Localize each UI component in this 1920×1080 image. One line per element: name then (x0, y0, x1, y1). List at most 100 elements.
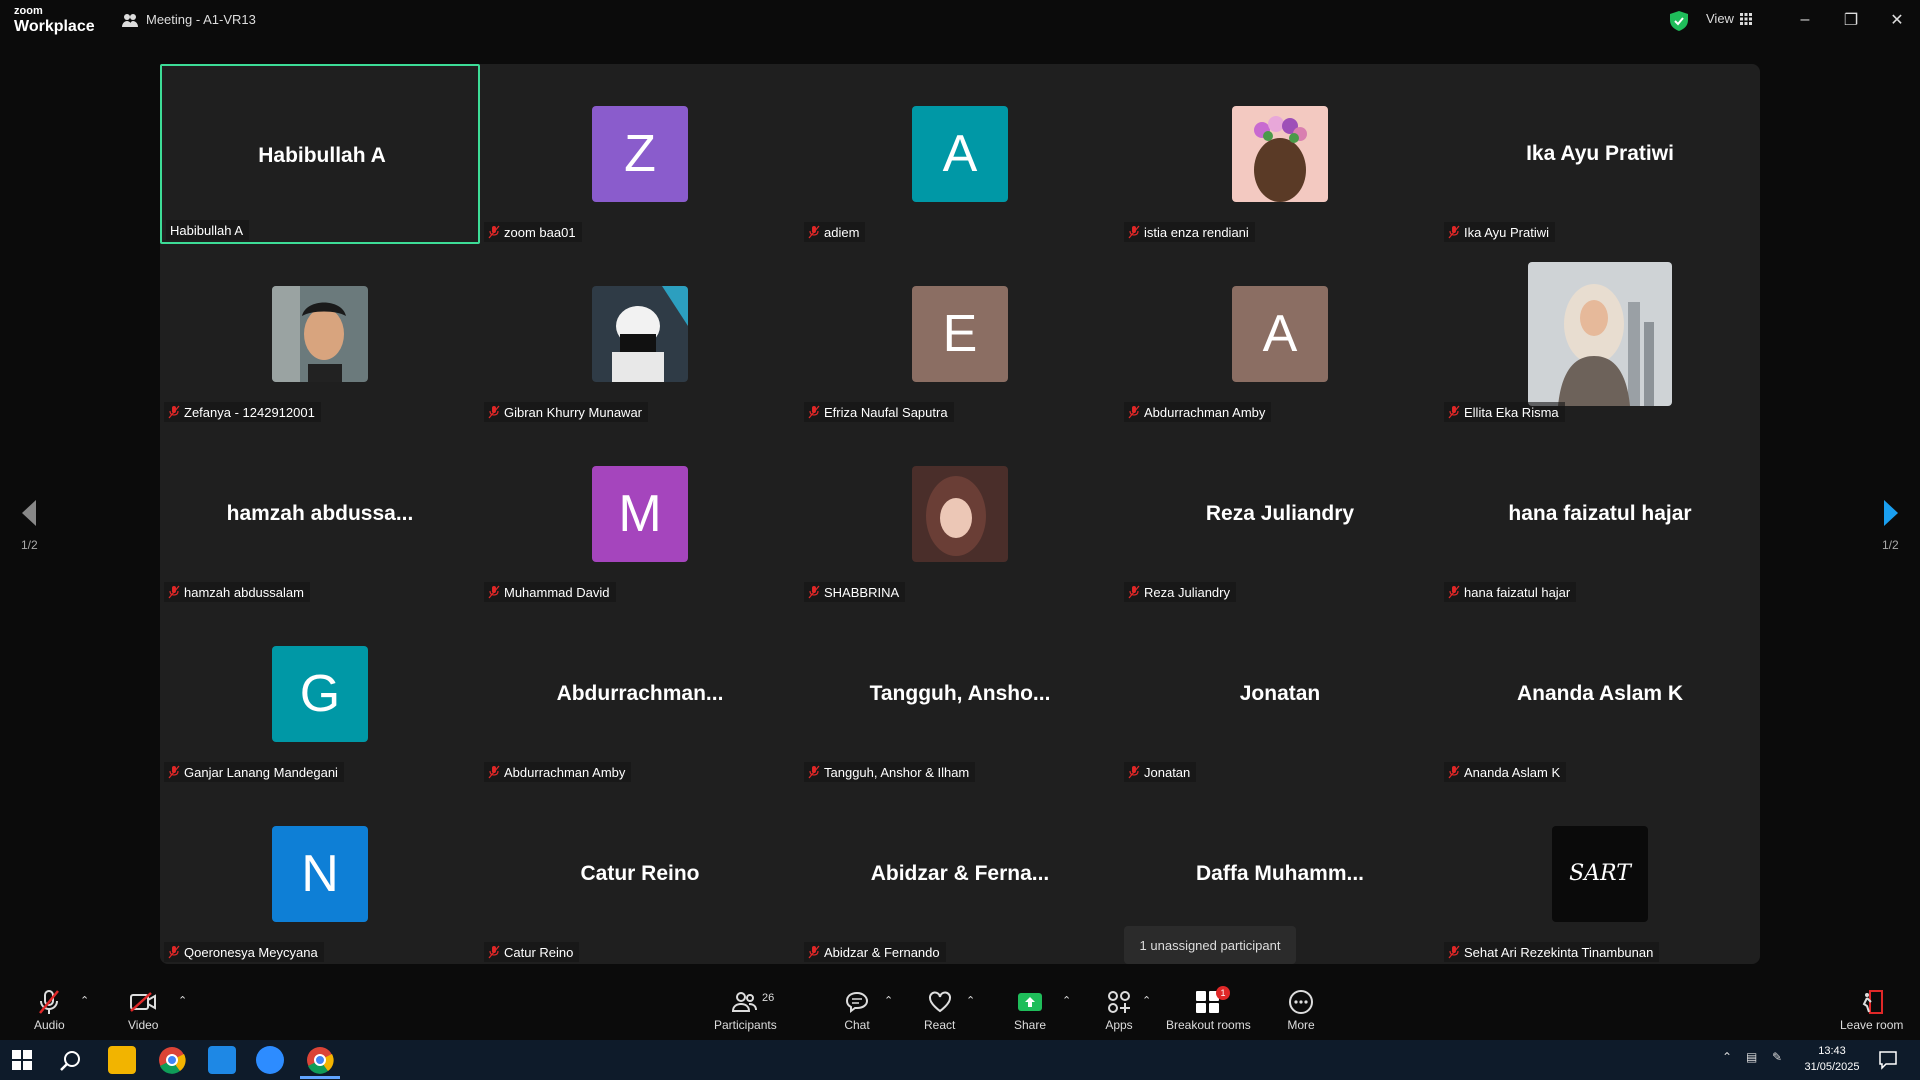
participant-name: hamzah abdussalam (184, 584, 304, 600)
participant-name-label: Ananda Aslam K (1444, 762, 1567, 782)
react-button[interactable]: React (924, 988, 955, 1032)
participant-tile[interactable]: N Qoeronesya Meycyana (160, 784, 480, 964)
participant-tile[interactable]: Reza Juliandry Reza Juliandry (1120, 424, 1440, 604)
avatar-photo (1528, 262, 1672, 406)
muted-mic-icon (168, 585, 180, 599)
participant-name: Sehat Ari Rezekinta Tinambunan (1464, 944, 1654, 960)
participant-name: Ika Ayu Pratiwi (1464, 224, 1550, 240)
tray-chevron-icon[interactable]: ⌃ (1722, 1050, 1732, 1064)
brand-bottom: Workplace (14, 18, 95, 35)
participant-name: Tangguh, Anshor & Ilham (824, 764, 970, 780)
search-icon[interactable] (60, 1050, 82, 1072)
muted-mic-icon (1448, 405, 1460, 419)
network-icon[interactable]: ▤ (1746, 1050, 1757, 1064)
participant-display-name: Reza Juliandry (1205, 502, 1355, 525)
react-options-chevron-icon[interactable]: ⌃ (966, 994, 975, 1007)
share-button[interactable]: Share (1014, 988, 1046, 1032)
participant-name: Ellita Eka Risma (1464, 404, 1559, 420)
video-button[interactable]: Video (128, 988, 158, 1032)
muted-mic-icon (488, 945, 500, 959)
pen-icon[interactable]: ✎ (1772, 1050, 1782, 1064)
participant-name: Zefanya - 1242912001 (184, 404, 315, 420)
leave-room-icon (1862, 990, 1883, 1014)
encryption-shield-icon[interactable] (1670, 11, 1688, 31)
participant-tile[interactable]: Zzoom baa01 (480, 64, 800, 244)
view-button[interactable]: View (1706, 11, 1752, 26)
previous-page-icon[interactable] (18, 498, 40, 528)
participant-tile[interactable]: A Abdurrachman Amby (1120, 244, 1440, 424)
more-icon (1289, 990, 1313, 1014)
meeting-title: Meeting - A1-VR13 (122, 12, 256, 27)
avatar-photo: SART (1552, 826, 1648, 922)
participant-tile[interactable]: G Ganjar Lanang Mandegani (160, 604, 480, 784)
video-options-chevron-icon[interactable]: ⌃ (178, 994, 187, 1007)
zoom-taskbar-icon[interactable] (256, 1046, 284, 1074)
participant-tile[interactable]: Aadiem (800, 64, 1120, 244)
participant-tile[interactable]: Tangguh, Ansho... Tangguh, Anshor & Ilham (800, 604, 1120, 784)
chrome-icon[interactable] (158, 1046, 186, 1074)
notification-icon[interactable] (1878, 1050, 1898, 1070)
avatar-initial: Z (592, 106, 688, 202)
participant-name-label: Ika Ayu Pratiwi (1444, 222, 1556, 242)
muted-mic-icon (808, 945, 820, 959)
participant-name-label: Qoeronesya Meycyana (164, 942, 324, 962)
muted-mic-icon (168, 945, 180, 959)
participant-name-label: hana faizatul hajar (1444, 582, 1577, 602)
participant-tile[interactable]: SART Sehat Ari Rezekinta Tinambunan (1440, 784, 1760, 964)
participant-tile[interactable]: Jonatan Jonatan (1120, 604, 1440, 784)
apps-button[interactable]: Apps (1104, 988, 1134, 1032)
participant-tile[interactable]: Ika Ayu Pratiwi Ika Ayu Pratiwi (1440, 64, 1760, 244)
avatar-initial: G (272, 646, 368, 742)
app-store-icon[interactable] (208, 1046, 236, 1074)
participant-name: Qoeronesya Meycyana (184, 944, 318, 960)
more-button[interactable]: More (1286, 988, 1316, 1032)
participant-name-label: istia enza rendiani (1124, 222, 1255, 242)
participant-tile[interactable]: SHABBRINA (800, 424, 1120, 604)
muted-mic-icon (808, 225, 820, 239)
active-app-indicator (300, 1076, 340, 1079)
apps-options-chevron-icon[interactable]: ⌃ (1142, 994, 1151, 1007)
muted-mic-icon (808, 405, 820, 419)
participant-tile[interactable]: E Efriza Naufal Saputra (800, 244, 1120, 424)
chat-button[interactable]: Chat (842, 988, 872, 1032)
leave-room-button[interactable]: Leave room (1840, 988, 1903, 1032)
participant-tile[interactable]: Abdurrachman... Abdurrachman Amby (480, 604, 800, 784)
chat-options-chevron-icon[interactable]: ⌃ (884, 994, 893, 1007)
participant-tile[interactable]: Ananda Aslam K Ananda Aslam K (1440, 604, 1760, 784)
gallery-view: Habibullah A Habibullah A Zzoom baa01 Aadie… (160, 64, 1760, 964)
meeting-title-text: Meeting - A1-VR13 (146, 12, 256, 27)
participant-tile[interactable]: M Muhammad David (480, 424, 800, 604)
share-options-chevron-icon[interactable]: ⌃ (1062, 994, 1071, 1007)
audio-button[interactable]: Audio (34, 988, 65, 1032)
participant-tile[interactable]: Zefanya - 1242912001 (160, 244, 480, 424)
next-page-icon[interactable] (1880, 498, 1902, 528)
restore-icon[interactable]: ❐ (1836, 8, 1866, 32)
participant-name-label: Habibullah A (166, 220, 249, 240)
zoom-workplace-logo: zoom Workplace (14, 6, 95, 35)
page-indicator-right: 1/2 (1882, 538, 1899, 552)
participants-icon (732, 992, 758, 1012)
windows-start-icon[interactable] (12, 1050, 32, 1070)
participant-tile[interactable]: Habibullah A Habibullah A (160, 64, 480, 244)
minimize-icon[interactable]: – (1790, 8, 1820, 32)
participant-tile[interactable]: hamzah abdussa... hamzah abdussalam (160, 424, 480, 604)
participant-display-name: Jonatan (1239, 682, 1321, 705)
participant-tile[interactable]: Gibran Khurry Munawar (480, 244, 800, 424)
breakout-rooms-button[interactable]: Breakout rooms (1166, 988, 1251, 1032)
participant-name: Abdurrachman Amby (504, 764, 626, 780)
participant-tile[interactable]: istia enza rendiani (1120, 64, 1440, 244)
participant-tile[interactable]: Abidzar & Ferna... Abidzar & Fernando (800, 784, 1120, 964)
participant-name: Muhammad David (504, 584, 610, 600)
windows-taskbar: ⌃ ▤ ✎ 13:43 31/05/2025 (0, 1040, 1920, 1080)
audio-options-chevron-icon[interactable]: ⌃ (80, 994, 89, 1007)
close-icon[interactable]: ✕ (1882, 8, 1912, 32)
chrome-active-icon[interactable] (306, 1046, 334, 1074)
participant-name: hana faizatul hajar (1464, 584, 1571, 600)
video-label: Video (128, 1018, 159, 1032)
view-label: View (1706, 11, 1734, 26)
file-explorer-icon[interactable] (108, 1046, 136, 1074)
participant-tile[interactable]: hana faizatul hajar hana faizatul hajar (1440, 424, 1760, 604)
system-clock[interactable]: 13:43 31/05/2025 (1800, 1043, 1864, 1075)
participant-tile[interactable]: Catur Reino Catur Reino (480, 784, 800, 964)
participant-tile[interactable]: Ellita Eka Risma (1440, 244, 1760, 424)
